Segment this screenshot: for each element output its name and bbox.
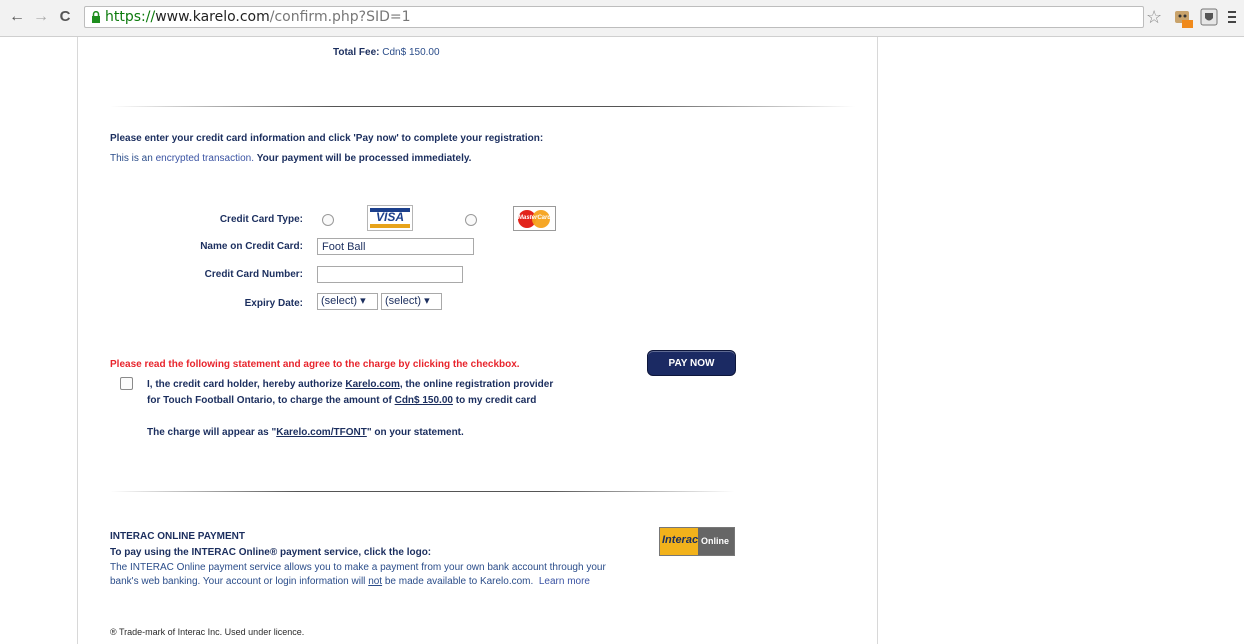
authorization-line-1: I, the credit card holder, hereby author… [147, 378, 553, 391]
chevron-down-icon: ▾ [424, 295, 430, 307]
statement-link[interactable]: Karelo.com/TFONT [276, 427, 367, 438]
expiry-date-label: Expiry Date: [244, 298, 303, 309]
url-scheme: https:// [105, 9, 156, 25]
interac-body-not: not [368, 576, 383, 587]
url-host: www.karelo.com [155, 9, 270, 25]
auth-line3-prefix: The charge will appear as " [147, 427, 277, 438]
mastercard-text: MasterCard [517, 215, 551, 221]
card-name-label: Name on Credit Card: [200, 241, 303, 252]
lock-icon [92, 11, 100, 23]
auth-line2-suffix: to my credit card [455, 395, 537, 406]
interac-logo-text: Interac [662, 534, 699, 546]
browser-toolbar: ← → C https://www.karelo.com/confirm.php… [0, 0, 1244, 37]
chevron-down-icon: ▾ [360, 295, 366, 307]
url-path: /confirm.php?SID=1 [269, 9, 411, 25]
back-arrow-icon[interactable]: ← [8, 8, 26, 26]
interac-heading: INTERAC ONLINE PAYMENT [110, 531, 246, 542]
mastercard-logo: MasterCard [513, 206, 556, 231]
agreement-warning: Please read the following statement and … [110, 359, 520, 370]
mastercard-radio[interactable] [465, 214, 477, 226]
card-number-label: Credit Card Number: [204, 269, 303, 280]
content-border-right [877, 37, 878, 644]
trademark-notice: ® Trade-mark of Interac Inc. Used under … [110, 627, 305, 637]
total-fee-value: Cdn$ 150.00 [382, 47, 440, 58]
card-type-label: Credit Card Type: [219, 214, 303, 225]
encryption-suffix: Your payment will be processed immediate… [256, 153, 472, 164]
card-name-input[interactable] [317, 238, 474, 255]
encryption-prefix: This is an [110, 153, 153, 164]
encryption-note: This is an encrypted transaction. Your p… [110, 152, 471, 165]
address-bar[interactable]: https://www.karelo.com/confirm.php?SID=1 [84, 6, 1144, 28]
payment-instructions: Please enter your credit card informatio… [110, 133, 544, 144]
authorize-checkbox[interactable] [120, 377, 133, 390]
auth-line1-prefix: I, the credit card holder, hereby author… [147, 379, 343, 390]
menu-icon[interactable] [1228, 9, 1242, 25]
amount-link[interactable]: Cdn$ 150.00 [395, 395, 453, 406]
expiry-year-select[interactable]: (select) ▾ [381, 293, 442, 310]
auth-line2-prefix: for Touch Football Ontario, to charge th… [147, 395, 392, 406]
divider [110, 491, 735, 492]
divider [110, 106, 855, 107]
total-fee-label: Total Fee: [333, 47, 380, 58]
statement-descriptor: The charge will appear as "Karelo.com/TF… [147, 426, 464, 439]
expiry-year-value: (select) [385, 295, 422, 307]
online-logo-text: Online [701, 536, 730, 546]
interac-online-logo-button[interactable]: Interac Online [659, 527, 735, 556]
visa-radio[interactable] [322, 214, 334, 226]
reload-icon[interactable]: C [56, 8, 74, 26]
auth-line1-suffix: , the online registration provider [399, 379, 554, 390]
shield-extension-icon[interactable] [1200, 8, 1218, 26]
bookmark-star-icon[interactable]: ☆ [1146, 7, 1162, 27]
visa-logo: VISA [367, 205, 413, 231]
interac-subheading: To pay using the INTERAC Online® payment… [110, 547, 432, 558]
auth-line3-suffix: " on your statement. [366, 427, 464, 438]
expiry-month-select[interactable]: (select) ▾ [317, 293, 378, 310]
url-text: https://www.karelo.com/confirm.php?SID=1 [105, 9, 411, 26]
authorization-line-2: for Touch Football Ontario, to charge th… [147, 394, 536, 407]
card-number-input[interactable] [317, 266, 463, 283]
forward-arrow-icon[interactable]: → [32, 8, 50, 26]
karelo-link[interactable]: Karelo.com [345, 379, 399, 390]
visa-text: VISA [375, 210, 404, 224]
expiry-month-value: (select) [321, 295, 358, 307]
encrypted-transaction-link[interactable]: encrypted transaction. [156, 153, 254, 164]
interac-description: The INTERAC Online payment service allow… [110, 561, 620, 589]
content-border-left [77, 37, 78, 644]
pay-now-button[interactable]: PAY NOW [647, 350, 736, 376]
interac-body-part2: be made available to Karelo.com. [384, 576, 534, 587]
learn-more-link[interactable]: Learn more [539, 576, 590, 587]
extension-icon[interactable] [1172, 7, 1194, 29]
total-fee: Total Fee: Cdn$ 150.00 [333, 46, 440, 59]
